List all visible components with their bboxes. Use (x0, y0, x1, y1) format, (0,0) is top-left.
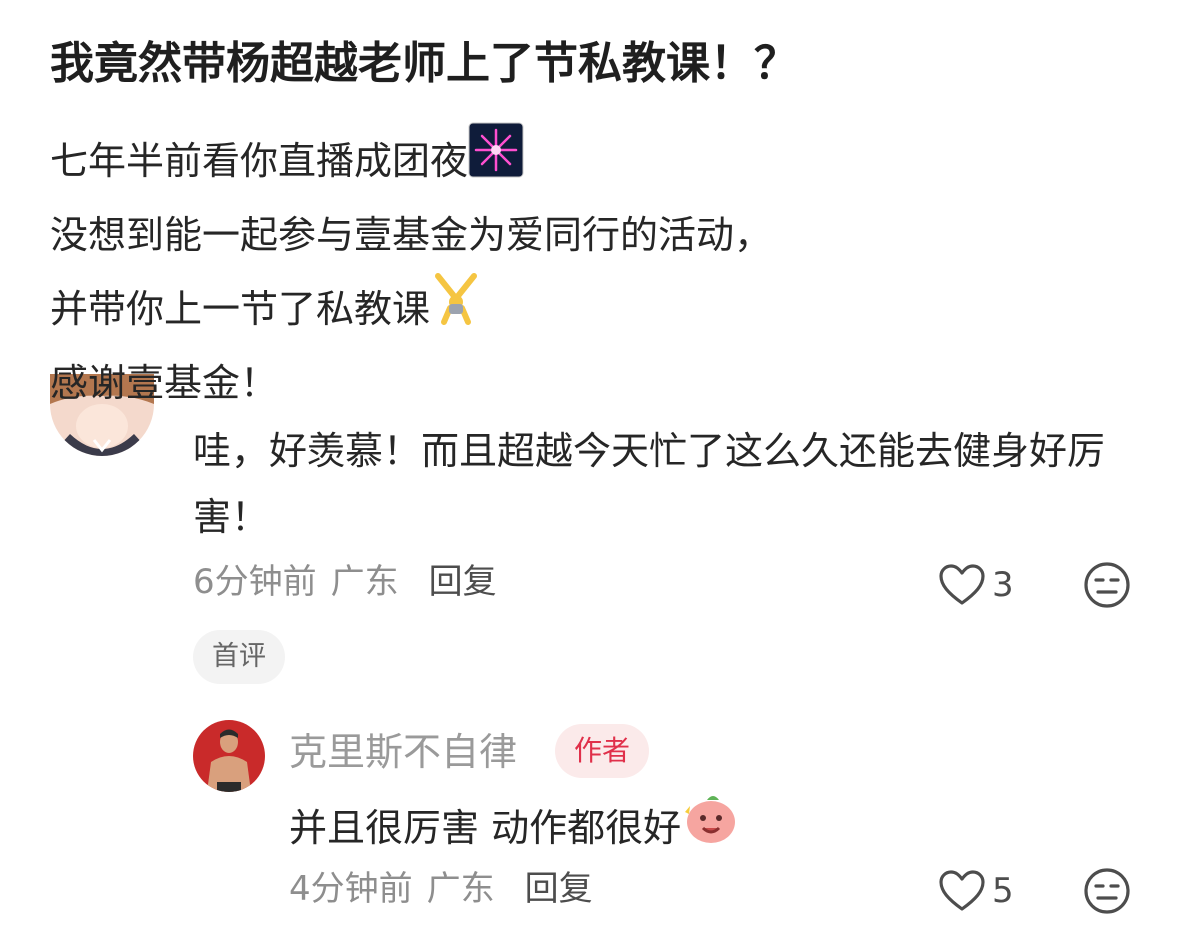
heart-icon (939, 564, 985, 605)
like-count: 5 (992, 871, 1014, 911)
comment-location: 广东 (330, 562, 399, 602)
reply-button[interactable]: 回复 (429, 562, 497, 602)
reply-button[interactable]: 回复 (525, 869, 593, 909)
reply-text-content: 并且很厉害 动作都很好 (289, 806, 682, 850)
like-button[interactable]: 5 (938, 866, 1014, 916)
like-button[interactable]: 3 (938, 560, 1014, 610)
reply-time: 4分钟前 (289, 869, 413, 909)
dislike-button[interactable] (1083, 867, 1131, 919)
post-body: 七年半前看你直播成团夜 没想到能一起参与壹基金为爱同行的活动， 并带你上一节了私… (50, 122, 772, 420)
post-line-4: 感谢壹基金！ (50, 346, 772, 420)
reply-username[interactable]: 克里斯不自律 (289, 724, 517, 780)
meh-face-icon (1084, 562, 1130, 608)
first-comment-badge: 首评 (193, 630, 285, 684)
post-line-3: 并带你上一节了私教课 (50, 272, 772, 346)
like-count: 3 (992, 565, 1014, 605)
heart-icon (939, 870, 985, 911)
fireworks-emoji-icon (468, 122, 524, 201)
reply-location: 广东 (426, 869, 495, 909)
author-badge: 作者 (555, 724, 649, 778)
post-line-text: 感谢壹基金！ (50, 361, 279, 405)
cartwheel-emoji-icon (430, 270, 482, 349)
comment-text: 哇，好羡慕！而且超越今天忙了这么久还能去健身好厉害！ (193, 429, 1106, 539)
post-title: 我竟然带杨超越老师上了节私教课！？ (50, 38, 798, 89)
post-line-1: 七年半前看你直播成团夜 (50, 122, 772, 201)
comment-meta: 6分钟前 广东 回复 (193, 557, 497, 607)
dislike-button[interactable] (1083, 561, 1131, 613)
meh-face-icon (1084, 868, 1130, 914)
post-line-text: 没想到能一起参与壹基金为爱同行的活动， (50, 213, 773, 257)
reply-meta: 4分钟前 广东 回复 (289, 864, 593, 914)
post-line-2: 没想到能一起参与壹基金为爱同行的活动， (50, 198, 772, 272)
cheer-sticker-icon (681, 792, 739, 864)
post-line-text: 并带你上一节了私教课 (50, 287, 431, 331)
reply-text: 并且很厉害 动作都很好 (289, 792, 739, 864)
comment-time: 6分钟前 (193, 562, 317, 602)
post-line-text: 七年半前看你直播成团夜 (50, 139, 469, 183)
avatar[interactable] (193, 720, 265, 792)
